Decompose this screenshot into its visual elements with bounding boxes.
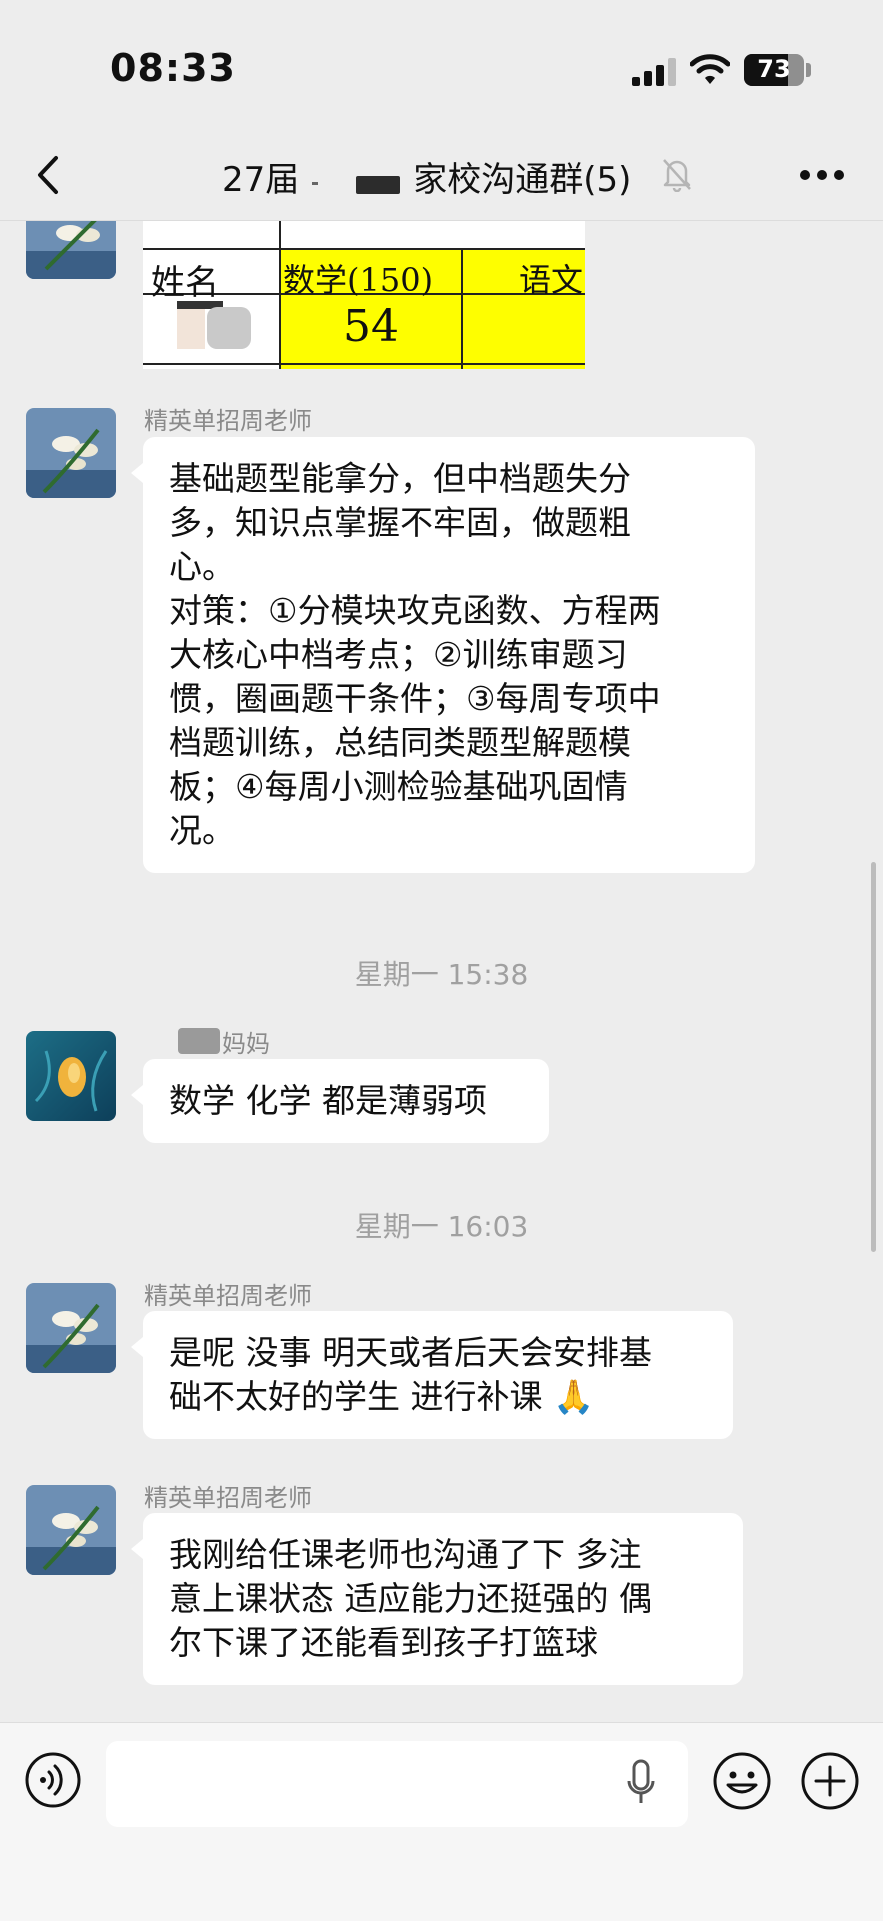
message-line: 板；④每周小测检验基础巩固情	[169, 767, 628, 806]
sender-avatar[interactable]	[26, 408, 116, 498]
message-line: 意上课状态 适应能力还挺强的 偶	[169, 1579, 652, 1618]
microphone-icon[interactable]	[626, 1759, 656, 1809]
score-table-image[interactable]: 姓名 数学(150) 语文 54	[143, 221, 585, 369]
chat-header: 27届 家校沟通群(5)	[0, 130, 883, 221]
lily-avatar-image	[26, 1283, 116, 1373]
sender-avatar[interactable]	[26, 1485, 116, 1575]
message-line: 是呢 没事 明天或者后天会安排基	[169, 1333, 652, 1372]
col-header-chinese: 语文	[519, 261, 584, 299]
scrollbar[interactable]	[871, 862, 876, 1252]
sender-avatar[interactable]	[26, 1283, 116, 1373]
col-header-math: 数学(150)	[283, 261, 434, 299]
sender-name: 精英单招周老师	[144, 1484, 312, 1512]
battery-percent: 73	[757, 55, 791, 83]
message-bubble[interactable]: 数学 化学 都是薄弱项	[131, 1059, 549, 1143]
sender-name: 精英单招周老师	[144, 407, 312, 435]
more-icon[interactable]	[798, 168, 846, 182]
message-line: 尔下课了还能看到孩子打篮球	[169, 1623, 598, 1662]
message-bubble[interactable]: 基础题型能拿分，但中档题失分 多，知识点掌握不牢固，做题粗 心。 对策：①分模块…	[131, 437, 755, 873]
emoji-icon[interactable]	[712, 1751, 772, 1811]
wifi-icon	[690, 54, 730, 84]
sender-name: 妈妈	[222, 1030, 270, 1058]
battery-cap	[806, 63, 811, 77]
input-bar	[0, 1722, 883, 1921]
lily-avatar-image	[26, 221, 116, 279]
timestamp: 星期一 15:38	[354, 958, 529, 991]
back-icon[interactable]	[30, 150, 70, 200]
sender-avatar[interactable]	[26, 221, 116, 279]
sender-name: 精英单招周老师	[144, 1282, 312, 1310]
timestamp: 星期一 16:03	[354, 1210, 529, 1243]
col-header-name: 姓名	[151, 263, 219, 303]
message-line: 数学 化学 都是薄弱项	[169, 1081, 487, 1120]
voice-icon[interactable]	[24, 1751, 82, 1809]
battery-icon: 73	[744, 54, 804, 86]
message-input[interactable]	[106, 1741, 688, 1827]
message-line: 基础题型能拿分，但中档题失分	[169, 459, 631, 498]
lily-avatar-image	[26, 1485, 116, 1575]
math-score: 54	[343, 301, 399, 352]
plus-icon[interactable]	[800, 1751, 860, 1811]
message-line: 大核心中档考点；②训练审题习	[169, 635, 628, 674]
message-list[interactable]: 姓名 数学(150) 语文 54 精英单招周老师 基础题型能拿分，但中档题失分 …	[0, 221, 883, 1721]
message-line: 惯，圈画题干条件；③每周专项中	[169, 679, 661, 718]
message-line: 多，知识点掌握不牢固，做题粗	[169, 503, 631, 542]
group-title-suffix: 家校沟通群(5)	[413, 160, 632, 200]
sender-avatar[interactable]	[26, 1031, 116, 1121]
group-title[interactable]: 27届 家校沟通群(5)	[222, 152, 631, 201]
message-line: 心。	[169, 547, 235, 586]
message-line: 我刚给任课老师也沟通了下 多注	[169, 1535, 642, 1574]
message-bubble[interactable]: 我刚给任课老师也沟通了下 多注 意上课状态 适应能力还挺强的 偶 尔下课了还能看…	[131, 1513, 743, 1685]
teal-avatar-image	[26, 1031, 116, 1121]
status-time: 08:33	[110, 46, 236, 90]
message-line: 档题训练，总结同类题型解题模	[169, 723, 631, 762]
message-line: 对策：①分模块攻克函数、方程两	[169, 591, 661, 630]
group-title-prefix: 27届	[222, 160, 300, 200]
status-bar: 08:33 73	[0, 0, 883, 130]
cellular-signal-icon	[632, 58, 676, 86]
redaction-block	[356, 176, 400, 194]
redaction-mark	[312, 182, 318, 185]
message-line: 况。	[169, 811, 235, 850]
redacted-sender	[178, 1028, 220, 1054]
lily-avatar-image	[26, 408, 116, 498]
message-line: 础不太好的学生 进行补课 🙏	[169, 1377, 595, 1416]
mute-bell-icon	[663, 159, 691, 192]
redacted-name-blur	[207, 307, 251, 349]
message-bubble[interactable]: 是呢 没事 明天或者后天会安排基 础不太好的学生 进行补课 🙏	[131, 1311, 733, 1439]
